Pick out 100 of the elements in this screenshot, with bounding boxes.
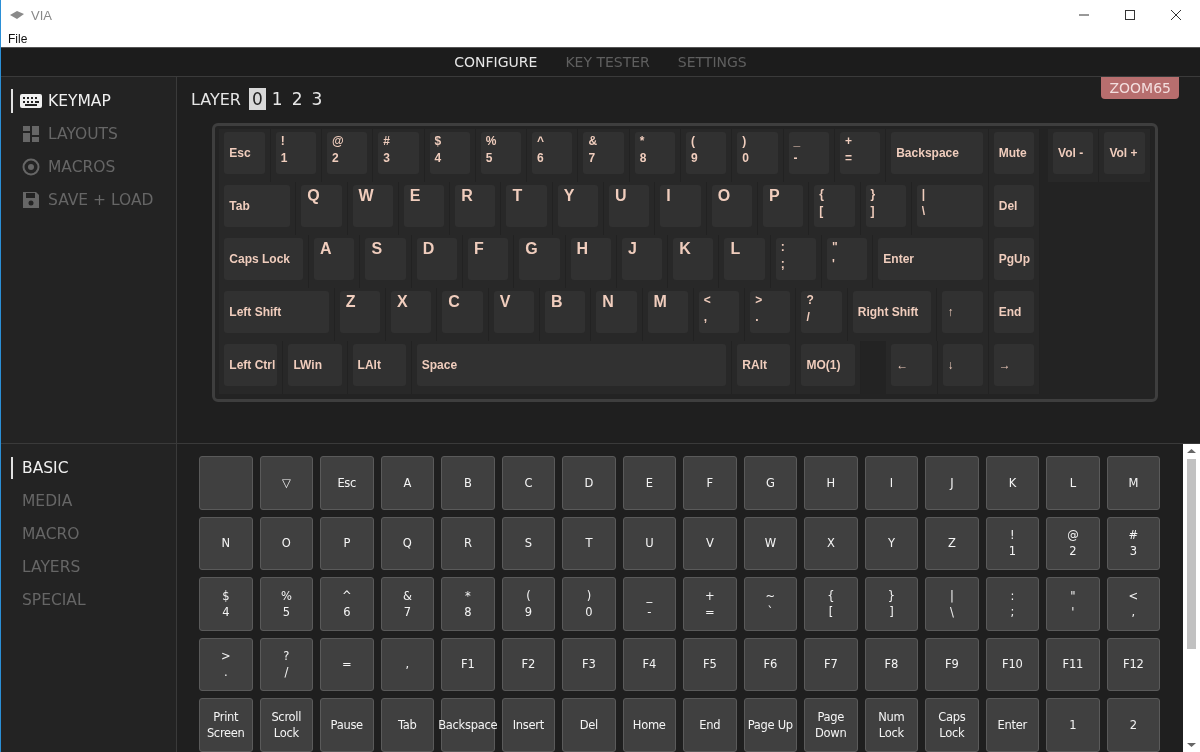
keycode-button[interactable]: Backspace [441,698,495,752]
keycode-button[interactable]: A [380,456,434,510]
keycap[interactable]: < , [698,291,740,333]
keycap[interactable]: End [993,291,1035,333]
keycap[interactable]: ) 0 [737,132,778,174]
keycode-button[interactable]: > . [199,637,253,691]
keycap[interactable]: ! 1 [275,132,316,174]
keycode-button[interactable]: S [501,516,555,570]
scroll-up-arrow-icon[interactable] [1187,448,1196,454]
keycap[interactable]: ← [891,344,932,386]
keycode-button[interactable]: Page Up [743,698,797,752]
keycap[interactable]: G [519,238,560,280]
scroll-down-arrow-icon[interactable] [1187,742,1196,748]
keycode-button[interactable]: $ 4 [199,577,253,631]
keycap[interactable]: @ 2 [326,132,368,174]
keycap[interactable]: Del [993,185,1035,227]
keycode-button[interactable]: Home [622,698,676,752]
keycode-button[interactable]: X [804,516,858,570]
keycap[interactable]: Space [416,344,727,386]
keycap[interactable]: → [993,344,1035,386]
keycode-button[interactable]: Pause [320,698,374,752]
keycode-button[interactable]: R [441,516,495,570]
layer-button[interactable]: 0 [249,88,266,110]
keycode-button[interactable]: D [562,456,616,510]
keycode-button[interactable]: , [380,637,434,691]
keycode-button[interactable]: ▽ [259,456,313,510]
keycap[interactable]: | \ [916,185,983,227]
keycap[interactable]: Tab [224,185,291,227]
keycode-button[interactable]: % 5 [259,577,313,631]
keycap[interactable]: Vol - [1053,132,1094,174]
keycode-button[interactable]: F7 [804,637,858,691]
keycode-button[interactable]: = [320,637,374,691]
keycode-button[interactable]: ) 0 [562,577,616,631]
keycode-button[interactable]: _ - [622,577,676,631]
keycap[interactable]: S [365,238,406,280]
keycap[interactable]: Left Shift [224,291,329,333]
sidebar-item[interactable]: KEYMAP [11,89,176,113]
keycap[interactable]: % 5 [480,132,522,174]
keycap[interactable]: V [493,291,534,333]
layer-button[interactable]: 3 [308,88,326,110]
keycode-button[interactable]: P [320,516,374,570]
keycode-button[interactable]: | \ [925,577,979,631]
keycap[interactable]: Backspace [891,132,983,174]
keycode-button[interactable]: H [804,456,858,510]
keycode-button[interactable]: F12 [1106,637,1160,691]
keycode-button[interactable]: ~ ` [743,577,797,631]
keycode-button[interactable]: @ 2 [1046,516,1100,570]
keycode-button[interactable]: { [ [804,577,858,631]
keycap[interactable]: R [455,185,496,227]
keycap[interactable]: * 8 [634,132,675,174]
keycode-button[interactable]: * 8 [441,577,495,631]
keycap[interactable]: LAlt [352,344,406,386]
keycap[interactable]: L [724,238,765,280]
keycode-button[interactable]: C [501,456,555,510]
keycode-button[interactable]: End [683,698,737,752]
keycode-button[interactable]: Y [864,516,918,570]
keycap[interactable]: H [570,238,611,280]
keycode-button[interactable]: 1 [1046,698,1100,752]
keycode-button[interactable]: F3 [562,637,616,691]
keycap[interactable]: } ] [865,185,906,227]
keycode-button[interactable]: & 7 [380,577,434,631]
close-icon[interactable] [1170,9,1182,21]
keycap[interactable]: M [647,291,688,333]
keycap[interactable]: K [673,238,714,280]
keycode-button[interactable]: 2 [1106,698,1160,752]
keycap[interactable]: U [609,185,650,227]
keycode-button[interactable]: Esc [320,456,374,510]
keycode-button[interactable]: F8 [864,637,918,691]
keycap[interactable]: P [762,185,804,227]
scrollbar[interactable] [1183,444,1200,752]
keycap[interactable]: Y [557,185,599,227]
layer-button[interactable]: 1 [268,88,286,110]
keycap[interactable]: ↓ [942,344,983,386]
keycode-button[interactable]: ? / [259,637,313,691]
keycode-button[interactable]: B [441,456,495,510]
keycap[interactable]: Right Shift [852,291,932,333]
keycap[interactable]: Enter [878,238,983,280]
keycode-button[interactable]: Print Screen [199,698,253,752]
keycap[interactable]: C [442,291,483,333]
keycode-button[interactable]: } ] [864,577,918,631]
keycode-button[interactable]: Caps Lock [925,698,979,752]
keycode-button[interactable]: Tab [380,698,434,752]
keycode-button[interactable]: U [622,516,676,570]
keycode-button[interactable]: F5 [683,637,737,691]
keycap[interactable]: A [314,238,355,280]
keycode-button[interactable]: F2 [501,637,555,691]
keycap[interactable]: E [403,185,445,227]
keycode-button[interactable]: F [683,456,737,510]
keycap[interactable]: F [468,238,509,280]
keycap[interactable]: Caps Lock [224,238,304,280]
keycap[interactable]: I [660,185,701,227]
keycode-button[interactable]: V [683,516,737,570]
keycap[interactable]: RAlt [737,344,791,386]
keycode-button[interactable]: F6 [743,637,797,691]
keycode-button[interactable]: # 3 [1106,516,1160,570]
keycode-button[interactable]: Scroll Lock [259,698,313,752]
keycode-button[interactable]: < , [1106,577,1160,631]
keycode-button[interactable]: F4 [622,637,676,691]
keycap[interactable]: ↑ [942,291,983,333]
keycode-button[interactable]: ( 9 [501,577,555,631]
